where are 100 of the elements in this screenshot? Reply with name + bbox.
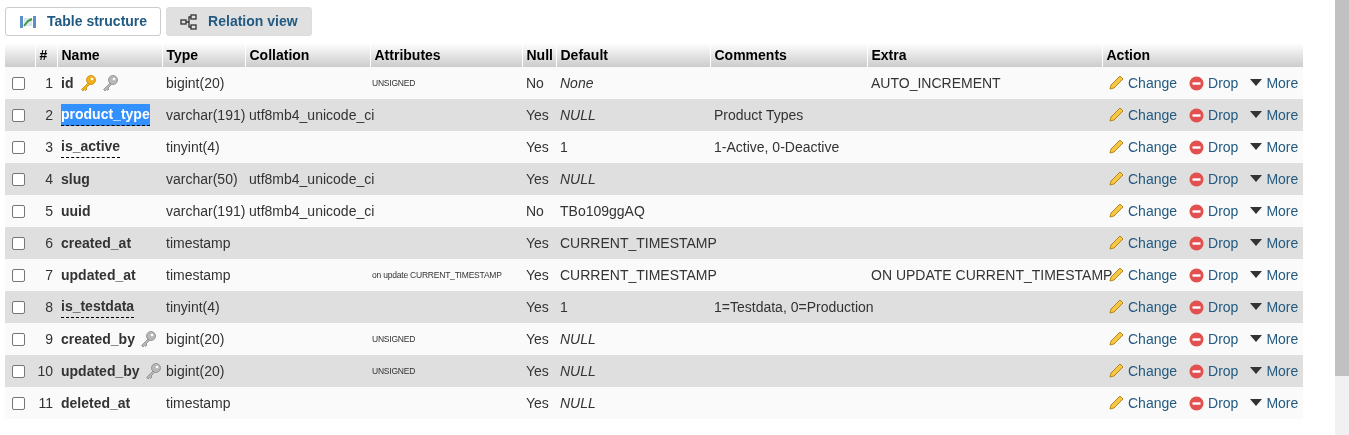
null-cell: Yes [526,394,549,411]
key-icon [101,74,120,92]
action-link[interactable]: Drop [1189,328,1239,350]
action-link[interactable]: More [1250,136,1299,158]
column-name[interactable]: updated_by [61,360,140,382]
column-name[interactable]: created_by [61,328,135,350]
caret-icon [1250,399,1263,407]
action-link[interactable]: Change [1108,168,1178,190]
type-cell: bigint(20) [166,74,225,91]
action-link[interactable]: Drop [1189,232,1239,254]
minus-circle-icon [1189,171,1205,187]
row-number: 7 [45,266,53,283]
action-link[interactable]: Change [1108,296,1178,318]
column-name[interactable]: deleted_at [61,392,131,414]
action-link[interactable]: More [1250,296,1299,318]
action-link[interactable]: Drop [1189,200,1239,222]
action-link[interactable]: Drop [1189,168,1239,190]
pencil-icon [1108,75,1124,91]
action-link[interactable]: More [1250,264,1299,286]
column-name[interactable]: updated_at [61,264,136,286]
row-checkbox[interactable] [12,396,25,410]
row-checkbox[interactable] [12,268,25,282]
comment-cell: 1=Testdata, 0=Production [714,298,874,315]
tab[interactable]: Relation view [166,7,312,36]
action-link[interactable]: Drop [1189,392,1239,414]
type-cell: timestamp [166,394,231,411]
action-link[interactable]: More [1250,232,1299,254]
row-checkbox[interactable] [12,364,25,378]
extra-cell: ON UPDATE CURRENT_TIMESTAMP [871,266,1113,283]
action-link[interactable]: Drop [1189,104,1239,126]
action-link[interactable]: Change [1108,360,1178,382]
type-cell: varchar(191) [166,202,246,219]
attributes-cell: on update CURRENT_TIMESTAMP [372,269,502,280]
action-link[interactable]: More [1250,328,1299,350]
action-link[interactable]: More [1250,72,1299,94]
row-checkbox[interactable] [12,300,25,314]
action-link[interactable]: Drop [1189,136,1239,158]
tab[interactable]: Table structure [5,7,162,36]
row-checkbox[interactable] [12,332,25,346]
action-link[interactable]: More [1250,168,1299,190]
row-number: 1 [45,74,53,91]
column-name[interactable]: uuid [61,200,91,222]
row-checkbox[interactable] [12,236,25,250]
minus-circle-icon [1189,331,1205,347]
caret-icon [1250,143,1263,151]
scrollbar[interactable] [1335,0,1349,435]
column-name[interactable]: id [61,72,74,94]
action-link[interactable]: Change [1108,72,1178,94]
action-link[interactable]: More [1250,104,1299,126]
type-cell: timestamp [166,234,231,251]
collation-cell: utf8mb4_unicode_ci [249,106,375,123]
default-cell: NULL [560,330,596,347]
attributes-cell: UNSIGNED [372,333,416,344]
action-link[interactable]: Change [1108,200,1178,222]
minus-circle-icon [1189,203,1205,219]
null-cell: No [526,74,544,91]
action-link[interactable]: More [1250,200,1299,222]
row-checkbox[interactable] [12,140,25,154]
minus-circle-icon [1189,299,1205,315]
action-link[interactable]: Change [1108,392,1178,414]
default-cell: NULL [560,394,596,411]
caret-icon [1250,271,1263,279]
column-name[interactable]: is_active [61,136,121,158]
row-checkbox[interactable] [12,204,25,218]
action-link[interactable]: Change [1108,136,1178,158]
null-cell: Yes [526,106,549,123]
action-link[interactable]: More [1250,392,1299,414]
action-link[interactable]: Drop [1189,360,1239,382]
type-cell: timestamp [166,266,231,283]
row-checkbox[interactable] [12,108,25,122]
action-link[interactable]: Drop [1189,72,1239,94]
action-link[interactable]: Change [1108,104,1178,126]
action-link[interactable]: Drop [1189,264,1239,286]
collation-cell: utf8mb4_unicode_ci [249,170,375,187]
pencil-icon [1108,139,1124,155]
row-number: 11 [38,394,53,411]
action-link[interactable]: Drop [1189,296,1239,318]
column-name[interactable]: slug [61,168,90,190]
column-name[interactable]: created_at [61,232,132,254]
pencil-icon [1108,395,1124,411]
minus-circle-icon [1189,267,1205,283]
collation-cell: utf8mb4_unicode_ci [249,202,375,219]
minus-circle-icon [1189,363,1205,379]
pencil-icon [1108,235,1124,251]
attributes-cell: UNSIGNED [372,365,416,376]
action-link[interactable]: More [1250,360,1299,382]
column-name[interactable]: is_testdata [61,296,135,318]
action-link[interactable]: Change [1108,232,1178,254]
key-icon [143,362,162,380]
row-checkbox[interactable] [12,172,25,186]
action-link[interactable]: Change [1108,328,1178,350]
default-cell: NULL [560,106,596,123]
null-cell: No [526,202,544,219]
minus-circle-icon [1189,139,1205,155]
null-cell: Yes [526,362,549,379]
row-number: 4 [45,170,53,187]
row-checkbox[interactable] [12,76,25,90]
comment-cell: Product Types [714,106,804,123]
row-number: 6 [45,234,53,251]
pencil-icon [1108,363,1124,379]
